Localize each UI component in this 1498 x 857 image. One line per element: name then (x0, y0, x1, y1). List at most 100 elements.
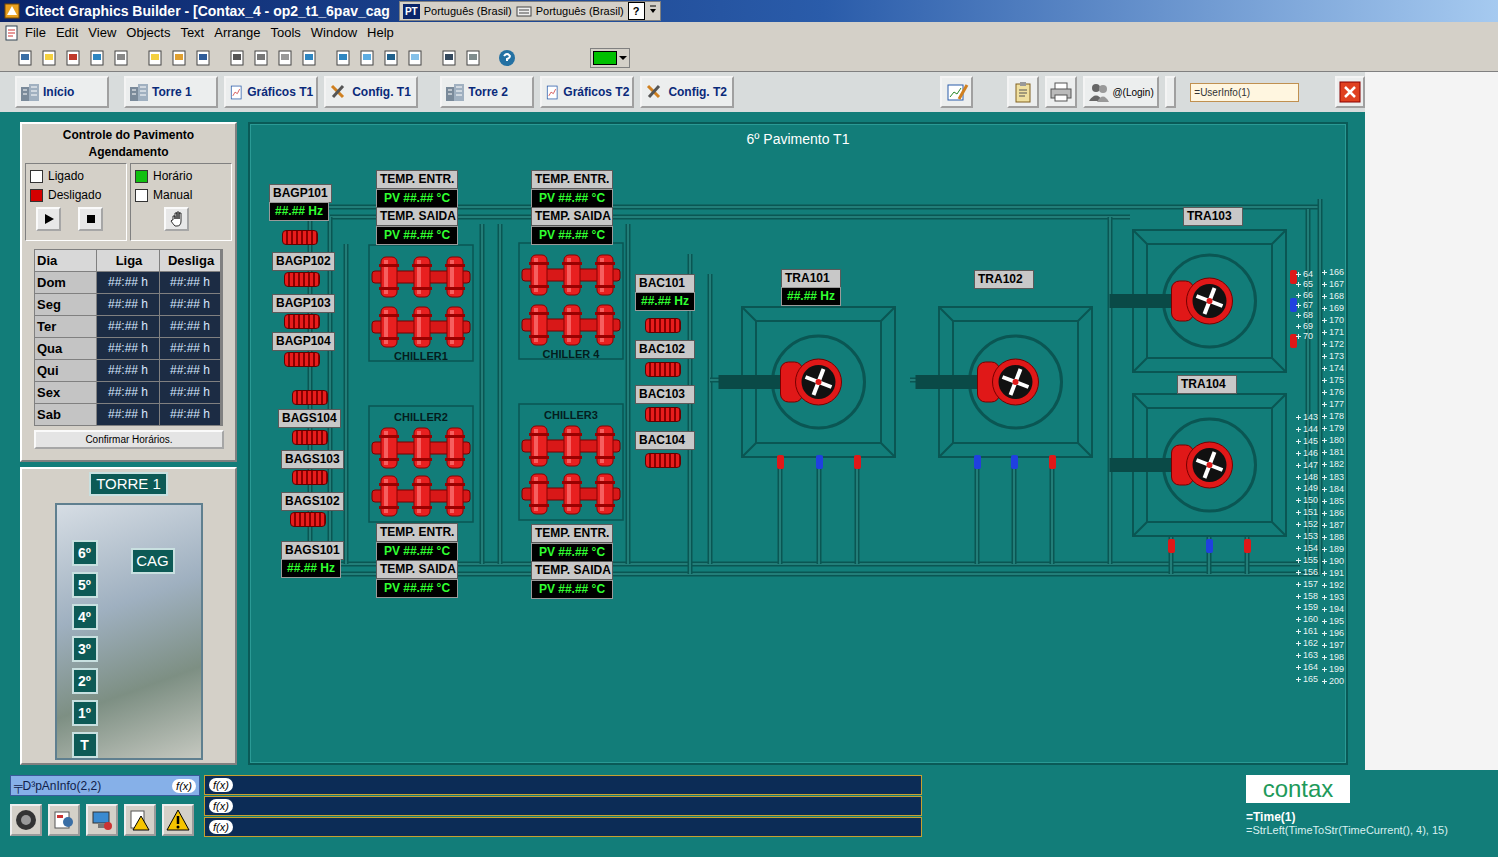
stop-button[interactable] (78, 207, 103, 231)
floor-button[interactable]: 2º (72, 668, 98, 694)
language-item[interactable]: Português (Brasil) (424, 3, 512, 20)
toolbar-button[interactable] (144, 47, 166, 69)
pump-icon[interactable] (645, 407, 681, 422)
toolbar-button[interactable] (86, 47, 108, 69)
mode-option[interactable]: Horário (135, 167, 227, 186)
time-cell[interactable]: ##:## h (160, 360, 220, 381)
pump-label[interactable]: BAGP102 (272, 252, 335, 271)
time-cell[interactable]: ##:## h (97, 382, 159, 403)
pump-icon[interactable] (292, 470, 328, 485)
floor-button[interactable]: 5º (72, 572, 98, 598)
pump-icon[interactable] (284, 314, 320, 329)
time-cell[interactable]: ##:## h (160, 382, 220, 403)
floor-button[interactable]: 4º (72, 604, 98, 630)
language-code[interactable]: PT (403, 4, 420, 19)
toolbar-button[interactable] (274, 47, 296, 69)
nav-button[interactable]: Torre 2 (440, 76, 534, 108)
pump-icon[interactable] (290, 512, 326, 527)
pump-icon[interactable] (292, 390, 328, 405)
toolbar-button[interactable] (462, 47, 484, 69)
nav-button[interactable]: Gráficos T1 (224, 76, 318, 108)
time-cell[interactable]: ##:## h (160, 294, 220, 315)
status-option[interactable]: Desligado (30, 186, 122, 205)
pump-label[interactable]: BAGP104 (272, 332, 335, 351)
floor-button[interactable]: 3º (72, 636, 98, 662)
menu-item[interactable]: Text (175, 23, 209, 43)
status-option[interactable]: Ligado (30, 167, 122, 186)
pump-icon[interactable] (282, 230, 318, 245)
nav-button[interactable]: Início (15, 76, 109, 108)
toolbar-button[interactable] (438, 47, 460, 69)
toolbar-button[interactable] (38, 47, 60, 69)
mode-radio[interactable] (135, 189, 148, 202)
mode-option[interactable]: Manual (135, 186, 227, 205)
pump-label[interactable]: BAGP103 (272, 294, 335, 313)
alarm-line[interactable]: f(x) (204, 817, 922, 837)
pump-label[interactable]: BAGS102 (281, 492, 344, 511)
edit-graphics-button[interactable] (940, 76, 972, 108)
time-cell[interactable]: ##:## h (97, 294, 159, 315)
toolbar-button[interactable] (496, 47, 518, 69)
menu-item[interactable]: Objects (121, 23, 175, 43)
toolbar-button[interactable] (356, 47, 378, 69)
floor-button[interactable]: 1º (72, 700, 98, 726)
pump-label[interactable]: BAC102 (635, 340, 695, 359)
floor-button[interactable]: 6º (72, 540, 98, 566)
pump-label[interactable]: BAGS104 (278, 409, 341, 428)
menu-item[interactable]: View (83, 23, 121, 43)
nav-button[interactable]: Gráficos T2 (540, 76, 634, 108)
time-cell[interactable]: ##:## h (97, 338, 159, 359)
toolbar-button[interactable] (10, 804, 42, 836)
toolbar-button[interactable] (250, 47, 272, 69)
chiller-label[interactable]: CHILLER 4 (519, 346, 623, 363)
menu-item[interactable]: File (20, 23, 51, 43)
chiller-label[interactable]: CHILLER3 (519, 407, 623, 424)
pump-icon[interactable] (284, 352, 320, 367)
toolbar-button[interactable] (86, 804, 118, 836)
pump-label[interactable]: BAGS103 (281, 450, 344, 469)
toolbar-button[interactable] (380, 47, 402, 69)
toolbar-button[interactable] (124, 804, 156, 836)
toolbar-button[interactable] (298, 47, 320, 69)
pump-label[interactable]: BAC103 (635, 385, 695, 404)
tower-label[interactable]: TRA103 (1183, 207, 1243, 226)
pump-icon[interactable] (284, 272, 320, 287)
alarm-line[interactable]: f(x) (204, 775, 922, 795)
login-button[interactable]: @(Login) (1083, 76, 1158, 108)
menu-item[interactable]: Tools (265, 23, 305, 43)
pump-icon[interactable] (645, 453, 681, 468)
print-button[interactable] (1045, 76, 1077, 108)
mode-radio[interactable] (135, 170, 148, 183)
time-cell[interactable]: ##:## h (97, 404, 159, 425)
pump-label[interactable]: BAC104 (635, 431, 695, 450)
tower-label[interactable]: TRA102 (974, 270, 1034, 289)
pump-icon[interactable] (645, 362, 681, 377)
pump-icon[interactable] (292, 430, 328, 445)
menu-item[interactable]: Edit (51, 23, 83, 43)
menu-item[interactable]: Arrange (209, 23, 265, 43)
manual-button[interactable] (164, 207, 189, 231)
confirm-button[interactable]: Confirmar Horários. (34, 430, 224, 449)
nav-button[interactable]: Config. T1 (324, 76, 418, 108)
close-button[interactable] (1335, 76, 1365, 108)
toolbar-button[interactable] (62, 47, 84, 69)
chiller-label[interactable]: CHILLER1 (369, 348, 473, 365)
time-cell[interactable]: ##:## h (160, 338, 220, 359)
cag-button[interactable]: CAG (131, 548, 175, 574)
tower-label[interactable]: TRA101 (781, 269, 841, 288)
pump-label[interactable]: BAGS101 (281, 541, 344, 560)
tower-label[interactable]: TRA104 (1177, 375, 1237, 394)
logout-button[interactable] (1165, 76, 1177, 108)
floor-button[interactable]: T (72, 732, 98, 758)
fill-color-picker[interactable] (590, 48, 630, 68)
toolbar-button[interactable] (332, 47, 354, 69)
toolbar-button[interactable] (404, 47, 426, 69)
time-cell[interactable]: ##:## h (97, 272, 159, 293)
toolbar-button[interactable] (168, 47, 190, 69)
time-cell[interactable]: ##:## h (97, 360, 159, 381)
start-button[interactable] (36, 207, 61, 231)
toolbar-button[interactable] (192, 47, 214, 69)
pump-icon[interactable] (645, 318, 681, 333)
toolbar-button[interactable] (110, 47, 132, 69)
alarm-info-field[interactable]: ╤D³pAnInfo(2,2)f(x) (10, 775, 200, 796)
